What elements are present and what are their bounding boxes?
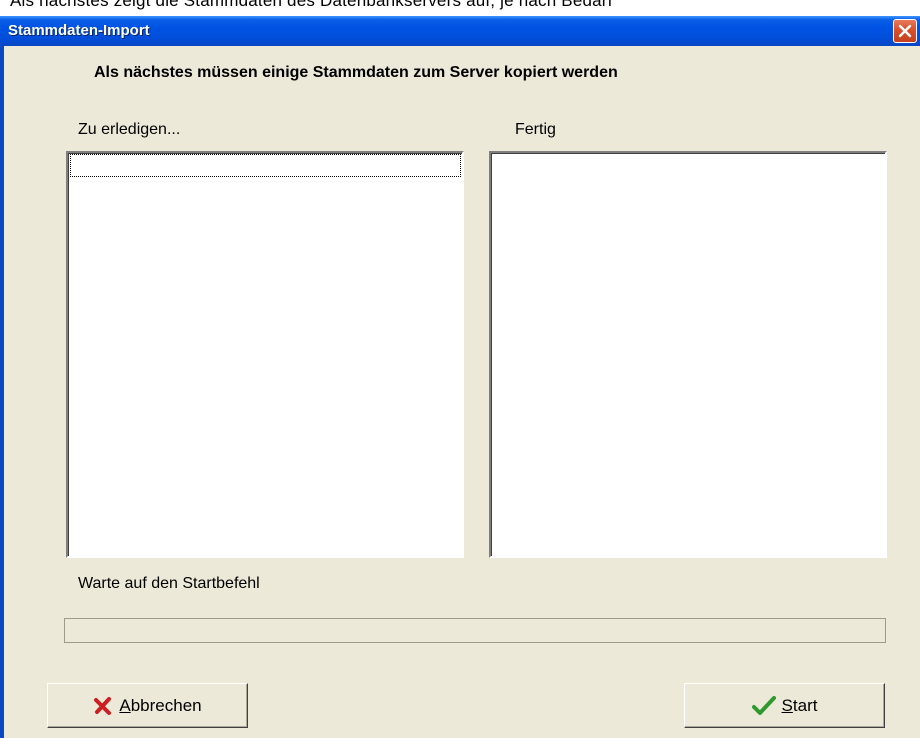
- done-listbox[interactable]: [489, 151, 887, 558]
- window-title: Stammdaten-Import: [8, 22, 150, 39]
- screen: Als nächstes zeigt die Stammdaten des Da…: [0, 0, 920, 738]
- todo-listbox[interactable]: [66, 151, 464, 558]
- background-window: Als nächstes zeigt die Stammdaten des Da…: [0, 0, 920, 16]
- close-button[interactable]: [893, 19, 917, 43]
- green-check-icon: [751, 695, 776, 715]
- start-label: Start: [781, 695, 818, 715]
- red-x-icon: [94, 696, 112, 715]
- instruction-text: Als nächstes müssen einige Stammdaten zu…: [94, 64, 618, 81]
- background-text: Als nächstes zeigt die Stammdaten des Da…: [10, 0, 613, 10]
- window-frame: [0, 46, 4, 738]
- cancel-button[interactable]: Abbrechen: [47, 683, 248, 728]
- todo-label: Zu erledigen...: [78, 121, 181, 138]
- status-text: Warte auf den Startbefehl: [78, 575, 260, 592]
- start-button[interactable]: Start: [684, 683, 885, 728]
- close-x-icon: [898, 24, 912, 38]
- cancel-label: Abbrechen: [119, 695, 202, 715]
- focus-rectangle: [70, 154, 461, 177]
- done-label: Fertig: [515, 121, 556, 138]
- title-bar[interactable]: Stammdaten-Import: [0, 16, 920, 46]
- progress-bar: [64, 618, 886, 643]
